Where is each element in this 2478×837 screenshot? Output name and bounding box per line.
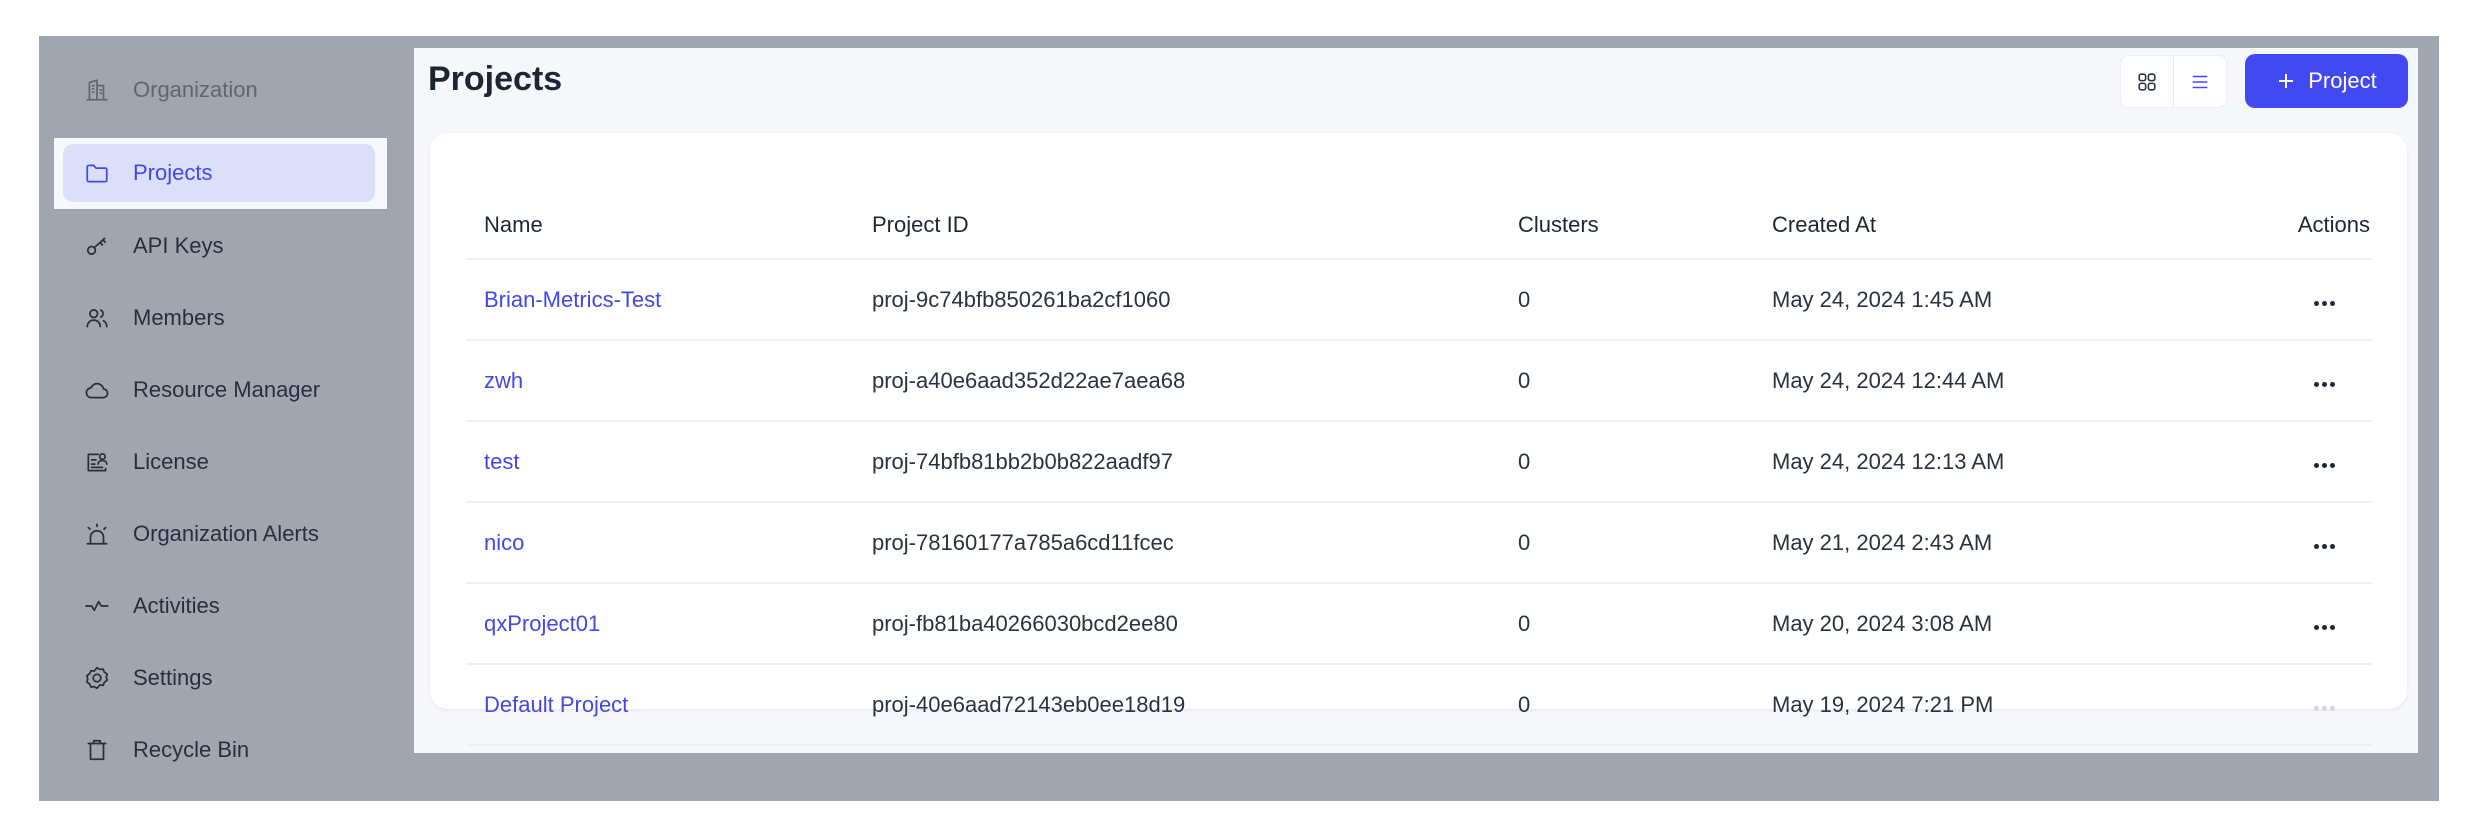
- project-id-cell: proj-9c74bfb850261ba2cf1060: [854, 259, 1500, 341]
- project-id-cell: proj-74bfb81bb2b0b822aadf97: [854, 421, 1500, 503]
- sidebar-item-resource-manager[interactable]: Resource Manager: [63, 361, 375, 419]
- sidebar-item-label: Resource Manager: [133, 377, 321, 402]
- column-header-actions: Actions: [2174, 133, 2372, 260]
- cloud-icon: [83, 376, 111, 404]
- table-row: qxProject01 proj-fb81ba40266030bcd2ee80 …: [466, 583, 2372, 665]
- page-title: Projects: [428, 60, 563, 98]
- table-row: nico proj-78160177a785a6cd11fcec 0 May 2…: [466, 502, 2372, 584]
- clusters-cell: 0: [1500, 259, 1754, 341]
- created-at-cell: May 20, 2024 3:08 AM: [1754, 583, 2174, 665]
- sidebar-item-recycle-bin[interactable]: Recycle Bin: [63, 721, 375, 779]
- project-id-cell: proj-fb81ba40266030bcd2ee80: [854, 583, 1500, 665]
- sidebar-item-activities[interactable]: Activities: [63, 577, 375, 635]
- column-header-name: Name: [466, 133, 854, 260]
- sidebar-item-label: Organization: [133, 77, 258, 102]
- sidebar-item-api-keys[interactable]: API Keys: [63, 217, 375, 275]
- clusters-cell: 0: [1500, 421, 1754, 503]
- project-id-cell: proj-40e6aad72143eb0ee18d19: [854, 664, 1500, 746]
- more-actions-icon[interactable]: [2304, 374, 2345, 395]
- more-actions-icon[interactable]: [2304, 536, 2345, 557]
- trash-icon: [83, 736, 111, 764]
- users-icon: [83, 304, 111, 332]
- sidebar-item-organization-alerts[interactable]: Organization Alerts: [63, 505, 375, 563]
- created-at-cell: May 24, 2024 12:13 AM: [1754, 421, 2174, 503]
- activity-icon: [83, 592, 111, 620]
- sidebar-item-label: Activities: [133, 593, 220, 618]
- column-header-clusters: Clusters: [1500, 133, 1754, 260]
- clusters-cell: 0: [1500, 340, 1754, 422]
- project-name-link[interactable]: Default Project: [484, 692, 628, 717]
- sidebar-item-label: Organization Alerts: [133, 521, 319, 546]
- project-id-cell: proj-78160177a785a6cd11fcec: [854, 502, 1500, 584]
- list-view-button[interactable]: [2173, 56, 2226, 107]
- clusters-cell: 0: [1500, 583, 1754, 665]
- add-project-button[interactable]: Project: [2245, 54, 2408, 108]
- building-icon: [83, 76, 111, 104]
- project-id-cell: proj-a40e6aad352d22ae7aea68: [854, 340, 1500, 422]
- table-row: test proj-74bfb81bb2b0b822aadf97 0 May 2…: [466, 421, 2372, 503]
- more-actions-icon[interactable]: [2304, 455, 2345, 476]
- created-at-cell: May 24, 2024 1:45 AM: [1754, 259, 2174, 341]
- clusters-cell: 0: [1500, 664, 1754, 746]
- sidebar-item-label: Members: [133, 305, 225, 330]
- sidebar-item-organization[interactable]: Organization: [63, 61, 375, 119]
- clusters-cell: 0: [1500, 502, 1754, 584]
- sidebar-item-label: Settings: [133, 665, 213, 690]
- projects-table-card: Name Project ID Clusters Created At Acti…: [430, 133, 2407, 746]
- siren-icon: [83, 520, 111, 548]
- more-actions-icon[interactable]: [2304, 293, 2345, 314]
- projects-table: Name Project ID Clusters Created At Acti…: [466, 133, 2372, 746]
- grid-view-button[interactable]: [2121, 56, 2173, 107]
- folder-icon: [83, 159, 111, 187]
- project-name-link[interactable]: Brian-Metrics-Test: [484, 287, 661, 312]
- sidebar-item-settings[interactable]: Settings: [63, 649, 375, 707]
- column-header-created-at: Created At: [1754, 133, 2174, 260]
- plus-icon: [2279, 74, 2294, 88]
- column-header-project-id: Project ID: [854, 133, 1500, 260]
- sidebar-item-projects[interactable]: Projects: [63, 144, 375, 202]
- table-row: Default Project proj-40e6aad72143eb0ee18…: [466, 664, 2372, 746]
- project-name-link[interactable]: qxProject01: [484, 611, 600, 636]
- sidebar: Organization Projects API Keys Members R…: [39, 36, 414, 801]
- sidebar-item-label: Recycle Bin: [133, 737, 250, 762]
- key-icon: [83, 232, 111, 260]
- more-actions-icon[interactable]: [2304, 617, 2345, 638]
- gear-icon: [83, 664, 111, 692]
- sidebar-item-label: API Keys: [133, 233, 224, 258]
- table-header-row: Name Project ID Clusters Created At Acti…: [466, 133, 2372, 260]
- more-actions-icon-disabled: [2304, 698, 2345, 719]
- view-toggle: [2120, 55, 2227, 108]
- created-at-cell: May 24, 2024 12:44 AM: [1754, 340, 2174, 422]
- project-name-link[interactable]: nico: [484, 530, 524, 555]
- created-at-cell: May 19, 2024 7:21 PM: [1754, 664, 2174, 746]
- project-name-link[interactable]: zwh: [484, 368, 523, 393]
- grid-icon: [2138, 72, 2156, 91]
- sidebar-item-members[interactable]: Members: [63, 289, 375, 347]
- license-icon: [83, 448, 111, 476]
- main-panel: Projects Project Name Project ID Cluster…: [414, 48, 2418, 753]
- sidebar-item-label: License: [133, 449, 209, 474]
- sidebar-item-label: Projects: [133, 160, 213, 185]
- created-at-cell: May 21, 2024 2:43 AM: [1754, 502, 2174, 584]
- list-icon: [2192, 75, 2208, 88]
- table-row: Brian-Metrics-Test proj-9c74bfb850261ba2…: [466, 259, 2372, 341]
- table-row: zwh proj-a40e6aad352d22ae7aea68 0 May 24…: [466, 340, 2372, 422]
- sidebar-item-license[interactable]: License: [63, 433, 375, 491]
- add-project-label: Project: [2308, 68, 2377, 93]
- project-name-link[interactable]: test: [484, 449, 519, 474]
